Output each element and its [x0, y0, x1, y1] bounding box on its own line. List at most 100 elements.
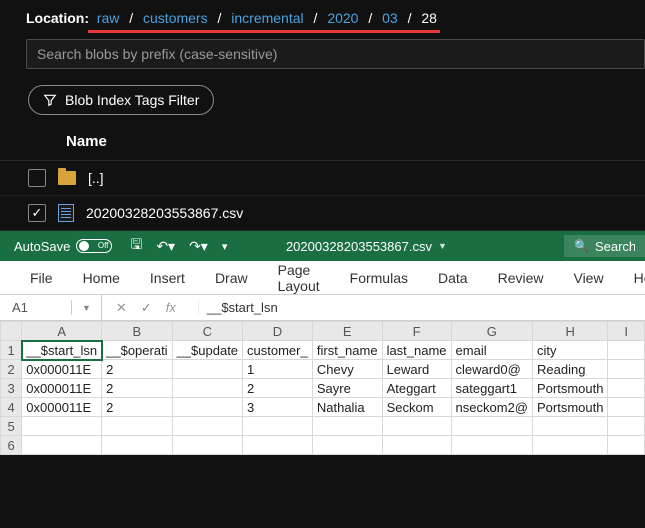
title-search[interactable]: 🔍: [564, 235, 645, 257]
cell-A6[interactable]: [22, 436, 102, 455]
cell-I3[interactable]: [608, 379, 645, 398]
cell-D4[interactable]: 3: [243, 398, 313, 417]
breadcrumb-2020[interactable]: 2020: [327, 10, 358, 26]
tab-home[interactable]: Home: [83, 270, 120, 286]
row-header-5[interactable]: 5: [1, 417, 22, 436]
tab-file[interactable]: File: [30, 270, 53, 286]
cell-E6[interactable]: [312, 436, 382, 455]
checkbox-up[interactable]: [28, 169, 46, 187]
cell-A3[interactable]: 0x000011E: [22, 379, 102, 398]
col-header-E[interactable]: E: [312, 322, 382, 341]
cell-C4[interactable]: [172, 398, 242, 417]
formula-content[interactable]: __$start_lsn: [198, 300, 645, 315]
cell-B1[interactable]: __$operati: [102, 341, 172, 360]
cell-E2[interactable]: Chevy: [312, 360, 382, 379]
cell-B3[interactable]: 2: [102, 379, 172, 398]
row-header-1[interactable]: 1: [1, 341, 22, 360]
row-header-4[interactable]: 4: [1, 398, 22, 417]
name-box-dropdown-icon[interactable]: ▼: [72, 295, 102, 320]
cell-A2[interactable]: 0x000011E: [22, 360, 102, 379]
col-header-F[interactable]: F: [382, 322, 451, 341]
name-box[interactable]: A1: [0, 300, 72, 315]
autosave-control[interactable]: AutoSave Off: [14, 239, 112, 254]
cell-G1[interactable]: email: [451, 341, 532, 360]
redo-icon[interactable]: ↷▾: [189, 238, 208, 255]
cell-I5[interactable]: [608, 417, 645, 436]
cell-F1[interactable]: last_name: [382, 341, 451, 360]
select-all-corner[interactable]: [1, 322, 22, 341]
list-item-up[interactable]: [..]: [0, 161, 645, 196]
cell-F5[interactable]: [382, 417, 451, 436]
blob-index-tags-filter-button[interactable]: Blob Index Tags Filter: [28, 85, 214, 115]
title-dropdown-icon[interactable]: ▼: [438, 241, 447, 251]
col-header-D[interactable]: D: [243, 322, 313, 341]
cell-D3[interactable]: 2: [243, 379, 313, 398]
cell-H2[interactable]: Reading: [533, 360, 608, 379]
cell-D1[interactable]: customer_: [243, 341, 313, 360]
cell-E3[interactable]: Sayre: [312, 379, 382, 398]
col-header-B[interactable]: B: [102, 322, 172, 341]
enter-icon[interactable]: ✓: [141, 300, 152, 316]
tab-review[interactable]: Review: [498, 270, 544, 286]
checkbox-file[interactable]: [28, 204, 46, 222]
list-item-file[interactable]: 20200328203553867.csv: [0, 196, 645, 231]
cell-I2[interactable]: [608, 360, 645, 379]
col-header-G[interactable]: G: [451, 322, 532, 341]
autosave-toggle[interactable]: Off: [76, 239, 112, 253]
cell-H5[interactable]: [533, 417, 608, 436]
title-search-input[interactable]: [595, 239, 635, 254]
cell-A4[interactable]: 0x000011E: [22, 398, 102, 417]
cell-B6[interactable]: [102, 436, 172, 455]
cell-C2[interactable]: [172, 360, 242, 379]
row-header-2[interactable]: 2: [1, 360, 22, 379]
cell-G6[interactable]: [451, 436, 532, 455]
cell-F4[interactable]: Seckom: [382, 398, 451, 417]
cell-G5[interactable]: [451, 417, 532, 436]
cell-H3[interactable]: Portsmouth: [533, 379, 608, 398]
cell-B5[interactable]: [102, 417, 172, 436]
cell-E1[interactable]: first_name: [312, 341, 382, 360]
breadcrumb-raw[interactable]: raw: [97, 10, 120, 26]
cancel-icon[interactable]: ✕: [116, 300, 127, 316]
cell-E5[interactable]: [312, 417, 382, 436]
cell-C6[interactable]: [172, 436, 242, 455]
cell-I6[interactable]: [608, 436, 645, 455]
qat-customize-icon[interactable]: ▾: [222, 240, 228, 253]
tab-help[interactable]: He: [634, 270, 645, 286]
row-header-6[interactable]: 6: [1, 436, 22, 455]
tab-view[interactable]: View: [573, 270, 603, 286]
tab-insert[interactable]: Insert: [150, 270, 185, 286]
worksheet[interactable]: A B C D E F G H I 1 __$start_lsn __$oper…: [0, 321, 645, 455]
tab-data[interactable]: Data: [438, 270, 468, 286]
col-header-I[interactable]: I: [608, 322, 645, 341]
cell-H1[interactable]: city: [533, 341, 608, 360]
cell-F2[interactable]: Leward: [382, 360, 451, 379]
tab-page-layout[interactable]: Page Layout: [278, 262, 320, 294]
col-header-A[interactable]: A: [22, 322, 102, 341]
cell-F6[interactable]: [382, 436, 451, 455]
cell-B2[interactable]: 2: [102, 360, 172, 379]
undo-icon[interactable]: ↶▾: [156, 238, 175, 255]
cell-H6[interactable]: [533, 436, 608, 455]
tab-draw[interactable]: Draw: [215, 270, 248, 286]
cell-G3[interactable]: sateggart1: [451, 379, 532, 398]
row-header-3[interactable]: 3: [1, 379, 22, 398]
search-input[interactable]: [26, 39, 645, 69]
cell-D5[interactable]: [243, 417, 313, 436]
breadcrumb-incremental[interactable]: incremental: [231, 10, 303, 26]
cell-B4[interactable]: 2: [102, 398, 172, 417]
cell-C5[interactable]: [172, 417, 242, 436]
cell-H4[interactable]: Portsmouth: [533, 398, 608, 417]
cell-F3[interactable]: Ateggart: [382, 379, 451, 398]
cell-I1[interactable]: [608, 341, 645, 360]
col-header-C[interactable]: C: [172, 322, 242, 341]
cell-G2[interactable]: cleward0@: [451, 360, 532, 379]
cell-I4[interactable]: [608, 398, 645, 417]
tab-formulas[interactable]: Formulas: [350, 270, 408, 286]
save-icon[interactable]: 🖫: [130, 234, 142, 258]
cell-C1[interactable]: __$update: [172, 341, 242, 360]
column-header-name[interactable]: Name: [0, 133, 645, 161]
col-header-H[interactable]: H: [533, 322, 608, 341]
breadcrumb-03[interactable]: 03: [382, 10, 398, 26]
cell-E4[interactable]: Nathalia: [312, 398, 382, 417]
